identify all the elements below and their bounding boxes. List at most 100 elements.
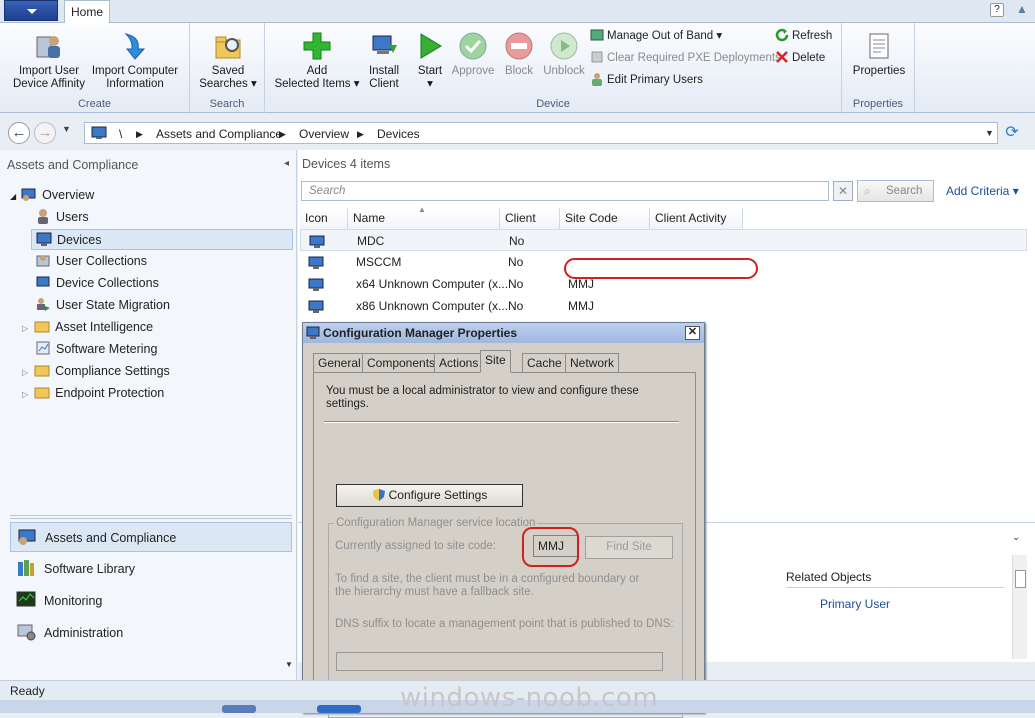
help-icon[interactable]: ?: [990, 3, 1004, 17]
history-dropdown-icon[interactable]: ▼: [62, 124, 71, 134]
tree-item-users[interactable]: Users: [35, 207, 89, 228]
tab-components[interactable]: Components: [362, 353, 441, 372]
dns-suffix-field[interactable]: [336, 652, 663, 671]
navigation-pane: Assets and Compliance ◂ ◢ Overview Users …: [0, 150, 297, 680]
install-client-icon: [369, 31, 399, 61]
breadcrumb-assets[interactable]: Assets and Compliance: [156, 127, 282, 141]
add-selected-items-button[interactable]: Add Selected Items ▾: [273, 27, 361, 91]
breadcrumb-root[interactable]: \: [119, 127, 122, 141]
find-site-button[interactable]: Find Site: [585, 536, 673, 559]
back-arrow-icon[interactable]: ←: [8, 122, 30, 144]
tab-network[interactable]: Network: [565, 353, 620, 372]
workspace-monitoring[interactable]: Monitoring: [10, 586, 292, 616]
ribbon-group-create: Import User Device Affinity Import Compu…: [0, 23, 190, 113]
taskbar-item[interactable]: [222, 705, 256, 713]
unblock-button[interactable]: Unblock: [541, 27, 587, 78]
column-header-client-activity[interactable]: Client Activity: [650, 208, 743, 229]
group-label-search: Search: [209, 98, 245, 110]
approve-button[interactable]: Approve: [451, 27, 495, 78]
table-row[interactable]: x64 Unknown Computer (x... No MMJ: [300, 273, 1027, 295]
details-scrollbar[interactable]: [1012, 555, 1027, 659]
breadcrumb-overview[interactable]: Overview: [299, 127, 349, 141]
overview-icon: [21, 186, 37, 202]
tree-item-user-state-migration[interactable]: User State Migration: [35, 295, 170, 316]
oob-icon: [590, 28, 604, 42]
add-criteria-link[interactable]: Add Criteria ▾: [946, 184, 1019, 198]
dialog-close-button[interactable]: ✕: [685, 326, 700, 340]
dialog-title: Configuration Manager Properties: [323, 326, 518, 340]
configure-buttons-icon[interactable]: ▼: [285, 660, 293, 669]
approve-label: Approve: [451, 65, 495, 77]
scroll-thumb[interactable]: [1015, 570, 1026, 588]
application-menu-button[interactable]: [4, 0, 58, 21]
start-button[interactable]: Start ▾: [409, 27, 451, 91]
add-selected-label: Add Selected Items ▾: [274, 65, 360, 90]
row-site-code: MMJ: [568, 299, 594, 313]
refresh-address-icon[interactable]: ⟳: [1002, 123, 1022, 143]
row-client: No: [509, 234, 525, 248]
minimize-ribbon-icon[interactable]: ▲: [1014, 2, 1030, 18]
tree-item-asset-intelligence[interactable]: ▷ Asset Intelligence: [22, 317, 153, 338]
workspace-software-library[interactable]: Software Library: [10, 554, 292, 584]
tree-item-compliance-settings[interactable]: ▷ Compliance Settings: [22, 361, 170, 382]
sort-ascending-icon: ▲: [418, 205, 426, 214]
row-name: x86 Unknown Computer (x...: [356, 299, 509, 313]
primary-user-link[interactable]: Primary User: [820, 597, 890, 611]
tab-actions[interactable]: Actions: [434, 353, 484, 372]
tree-label: Users: [56, 210, 89, 224]
row-name: x64 Unknown Computer (x...: [356, 277, 509, 291]
configure-settings-button[interactable]: Configure Settings: [336, 484, 523, 507]
address-box[interactable]: \ ▶ Assets and Compliance ▶ Overview ▶ D…: [84, 122, 998, 144]
tab-cache[interactable]: Cache: [522, 353, 567, 372]
tree-item-endpoint-protection[interactable]: ▷ Endpoint Protection: [22, 383, 164, 404]
config-manager-icon: [306, 326, 320, 340]
saved-searches-button[interactable]: Saved Searches ▾: [194, 27, 262, 91]
clear-pxe-deployments-button[interactable]: Clear Required PXE Deployments: [590, 49, 781, 67]
tree-item-device-collections[interactable]: Device Collections: [35, 273, 159, 294]
metering-icon: [35, 340, 51, 356]
tree-item-software-metering[interactable]: Software Metering: [35, 339, 157, 360]
clear-search-icon[interactable]: ✕: [833, 181, 853, 201]
workspace-assets-and-compliance[interactable]: Assets and Compliance: [10, 522, 292, 552]
pxe-icon: [590, 50, 604, 64]
column-header-icon[interactable]: Icon: [300, 208, 348, 229]
edit-primary-users-button[interactable]: Edit Primary Users: [590, 71, 703, 89]
delete-button[interactable]: Delete: [775, 49, 825, 67]
table-row[interactable]: MDC No: [300, 229, 1027, 251]
forward-arrow-icon[interactable]: →: [34, 122, 56, 144]
block-label: Block: [504, 65, 534, 77]
tree-item-devices[interactable]: Devices: [31, 229, 293, 250]
users-icon: [590, 72, 604, 86]
delete-label: Delete: [792, 52, 826, 64]
workspace-administration[interactable]: Administration: [10, 618, 292, 648]
properties-button[interactable]: Properties: [846, 27, 912, 78]
properties-label: Properties: [852, 65, 906, 77]
tab-site[interactable]: Site: [480, 350, 511, 373]
column-header-client[interactable]: Client: [500, 208, 560, 229]
dialog-title-bar: Configuration Manager Properties: [303, 323, 704, 343]
tree-item-overview[interactable]: ◢ Overview: [10, 185, 94, 206]
import-computer-information-button[interactable]: Import Computer Information: [90, 27, 180, 91]
column-header-site-code[interactable]: Site Code: [560, 208, 650, 229]
monitoring-icon: [16, 590, 36, 610]
tree-item-user-collections[interactable]: User Collections: [35, 251, 147, 272]
pane-splitter[interactable]: [10, 515, 292, 519]
address-dropdown-icon[interactable]: ▼: [985, 124, 997, 142]
block-button[interactable]: Block: [497, 27, 541, 78]
table-row[interactable]: x86 Unknown Computer (x... No MMJ: [300, 295, 1027, 317]
blue-arrow-icon: [120, 31, 150, 61]
taskbar-item[interactable]: [317, 705, 361, 713]
refresh-button[interactable]: Refresh: [775, 27, 832, 45]
install-client-button[interactable]: Install Client: [361, 27, 407, 91]
breadcrumb-devices[interactable]: Devices: [377, 127, 420, 141]
search-input[interactable]: Search: [301, 181, 829, 201]
import-user-device-affinity-button[interactable]: Import User Device Affinity: [8, 27, 90, 91]
collapse-details-icon[interactable]: ⌄: [1012, 532, 1020, 543]
assigned-site-label: Currently assigned to site code:: [335, 540, 497, 552]
collapse-pane-icon[interactable]: ◂: [284, 158, 289, 169]
manage-out-of-band-button[interactable]: Manage Out of Band ▾: [590, 27, 722, 45]
tab-general[interactable]: General: [313, 353, 366, 372]
workspace-label: Software Library: [44, 562, 136, 576]
tab-home[interactable]: Home: [64, 0, 110, 23]
administration-icon: [16, 622, 36, 642]
